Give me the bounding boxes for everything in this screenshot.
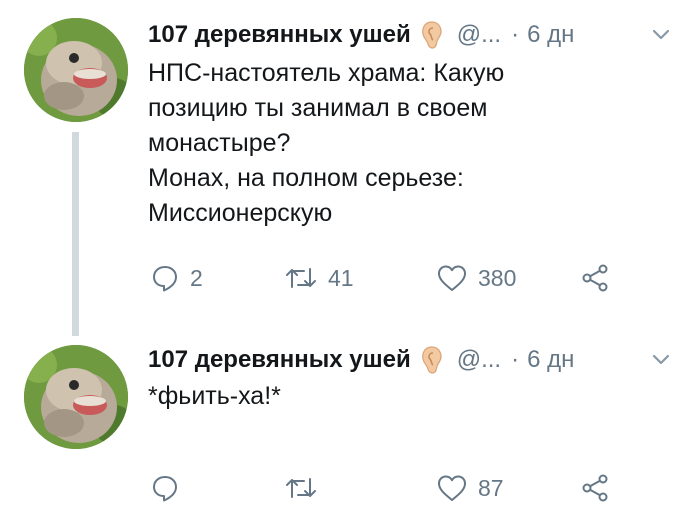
chevron-down-icon[interactable] [650,349,672,371]
like-button[interactable]: 87 [436,468,504,508]
ear-emoji-icon [419,345,445,375]
share-icon [582,474,608,502]
share-button[interactable] [580,258,610,298]
like-count: 380 [478,264,517,291]
tweet-text-line: Миссионерскую [148,199,333,227]
tweet-text-line: монастыре? [148,129,291,157]
reply-count: 2 [190,264,203,291]
tweet-text: НПС-настоятель храма: Какую позицию ты з… [148,56,678,231]
avatar-image [24,345,128,449]
separator-dot: · [511,346,520,373]
like-button[interactable]: 380 [436,258,516,298]
retweet-button[interactable]: 41 [284,258,354,298]
author-handle[interactable]: @... [457,346,501,374]
thread-connector [72,132,79,336]
tweet-text: *фьить-ха!* [148,379,678,414]
tweet-time[interactable]: 6 дн [527,346,574,374]
separator-dot: · [511,21,520,48]
tweet-actions: 87 [148,468,668,508]
share-button[interactable] [580,468,610,508]
author-name[interactable]: 107 деревянных ушей [148,346,411,374]
share-icon [582,264,608,292]
ear-emoji-icon [419,20,445,50]
heart-icon [438,265,466,291]
avatar[interactable] [24,345,128,449]
avatar-image [24,18,128,122]
tweet-actions: 2 41 380 [148,258,668,298]
avatar[interactable] [24,18,128,122]
tweet-text-line: позицию ты занимал в своем [148,94,488,122]
heart-icon [438,475,466,501]
reply-icon [153,266,177,292]
tweet-text-line: НПС-настоятель храма: Какую [148,59,505,87]
reply-icon [153,476,177,502]
tweet-header: 107 деревянных ушей @... · 6 дн [148,343,688,377]
retweet-icon [286,478,316,498]
author-handle[interactable]: @... [457,21,501,49]
retweet-icon [286,268,316,288]
retweet-count: 41 [328,264,354,291]
tweet-text-line: Монах, на полном серьезе: [148,164,464,192]
like-count: 87 [478,474,504,501]
tweet-text-line: *фьить-ха!* [148,382,281,410]
tweet[interactable]: 107 деревянных ушей @... · 6 дн *фьить-х… [0,340,700,527]
author-name[interactable]: 107 деревянных ушей [148,21,411,49]
reply-button[interactable]: 2 [150,258,203,298]
retweet-button[interactable] [284,468,328,508]
tweet-time[interactable]: 6 дн [527,21,574,49]
tweet[interactable]: 107 деревянных ушей @... · 6 дн НПС-наст… [0,0,700,340]
chevron-down-icon[interactable] [650,24,672,46]
reply-button[interactable] [150,468,190,508]
tweet-header: 107 деревянных ушей @... · 6 дн [148,18,688,52]
